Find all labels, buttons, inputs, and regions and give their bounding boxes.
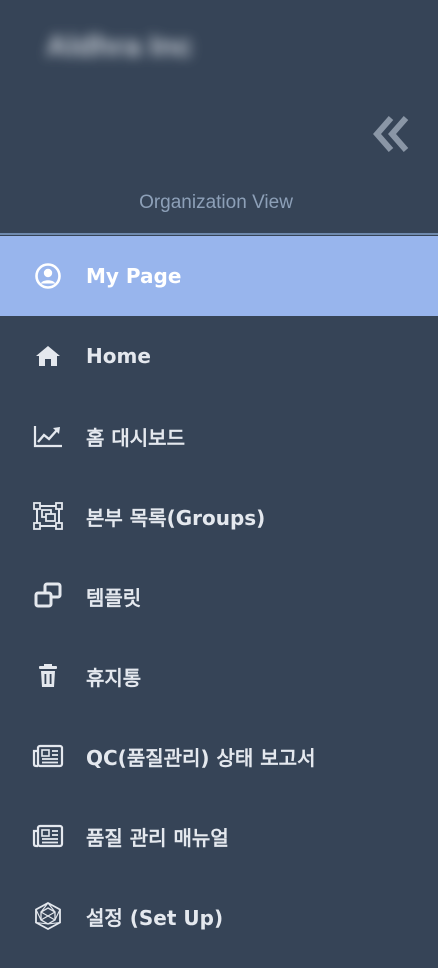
sidebar-item-label: 설정 (Set Up) xyxy=(86,905,224,930)
sidebar-item-quality-manual[interactable]: 품질 관리 매뉴얼 xyxy=(0,796,438,876)
sidebar-item-label: Home xyxy=(86,344,151,368)
sidebar-item-label: 품질 관리 매뉴얼 xyxy=(86,825,229,850)
sidebar-menu: My Page Home 홈 대시보드 본부 목록(Groups) 템플릿 휴지… xyxy=(0,236,438,956)
home-icon xyxy=(31,341,65,371)
divider xyxy=(0,233,438,235)
sidebar-item-home[interactable]: Home xyxy=(0,316,438,396)
sidebar-item-settings[interactable]: 설정 (Set Up) xyxy=(0,876,438,956)
organization-view-label: Organization View xyxy=(139,192,293,213)
sidebar-item-label: 홈 대시보드 xyxy=(86,425,185,450)
line-chart-icon xyxy=(31,421,65,451)
double-chevron-left-icon xyxy=(372,115,412,153)
sidebar-item-my-page[interactable]: My Page xyxy=(0,236,438,316)
sidebar-item-label: 휴지통 xyxy=(86,665,142,690)
sidebar-item-home-dashboard[interactable]: 홈 대시보드 xyxy=(0,396,438,476)
organization-name: Aldhra Inc xyxy=(46,30,193,63)
clone-icon xyxy=(31,581,65,611)
collapse-sidebar-button[interactable] xyxy=(370,112,414,156)
user-circle-icon xyxy=(31,261,65,291)
sidebar-item-label: 템플릿 xyxy=(86,585,142,610)
sidebar-item-label: My Page xyxy=(86,264,182,288)
group-select-icon xyxy=(31,501,65,531)
sidebar-item-trash[interactable]: 휴지통 xyxy=(0,636,438,716)
sidebar-item-groups[interactable]: 본부 목록(Groups) xyxy=(0,476,438,556)
newspaper-icon xyxy=(31,821,65,851)
sidebar: Aldhra Inc Organization View My Page Hom… xyxy=(0,0,438,968)
newspaper-icon xyxy=(31,741,65,771)
hexagon-mesh-icon xyxy=(31,901,65,931)
sidebar-item-label: QC(품질관리) 상태 보고서 xyxy=(86,745,316,770)
sidebar-item-label: 본부 목록(Groups) xyxy=(86,505,266,530)
sidebar-item-templates[interactable]: 템플릿 xyxy=(0,556,438,636)
sidebar-item-qc-status-report[interactable]: QC(품질관리) 상태 보고서 xyxy=(0,716,438,796)
trash-icon xyxy=(31,661,65,691)
